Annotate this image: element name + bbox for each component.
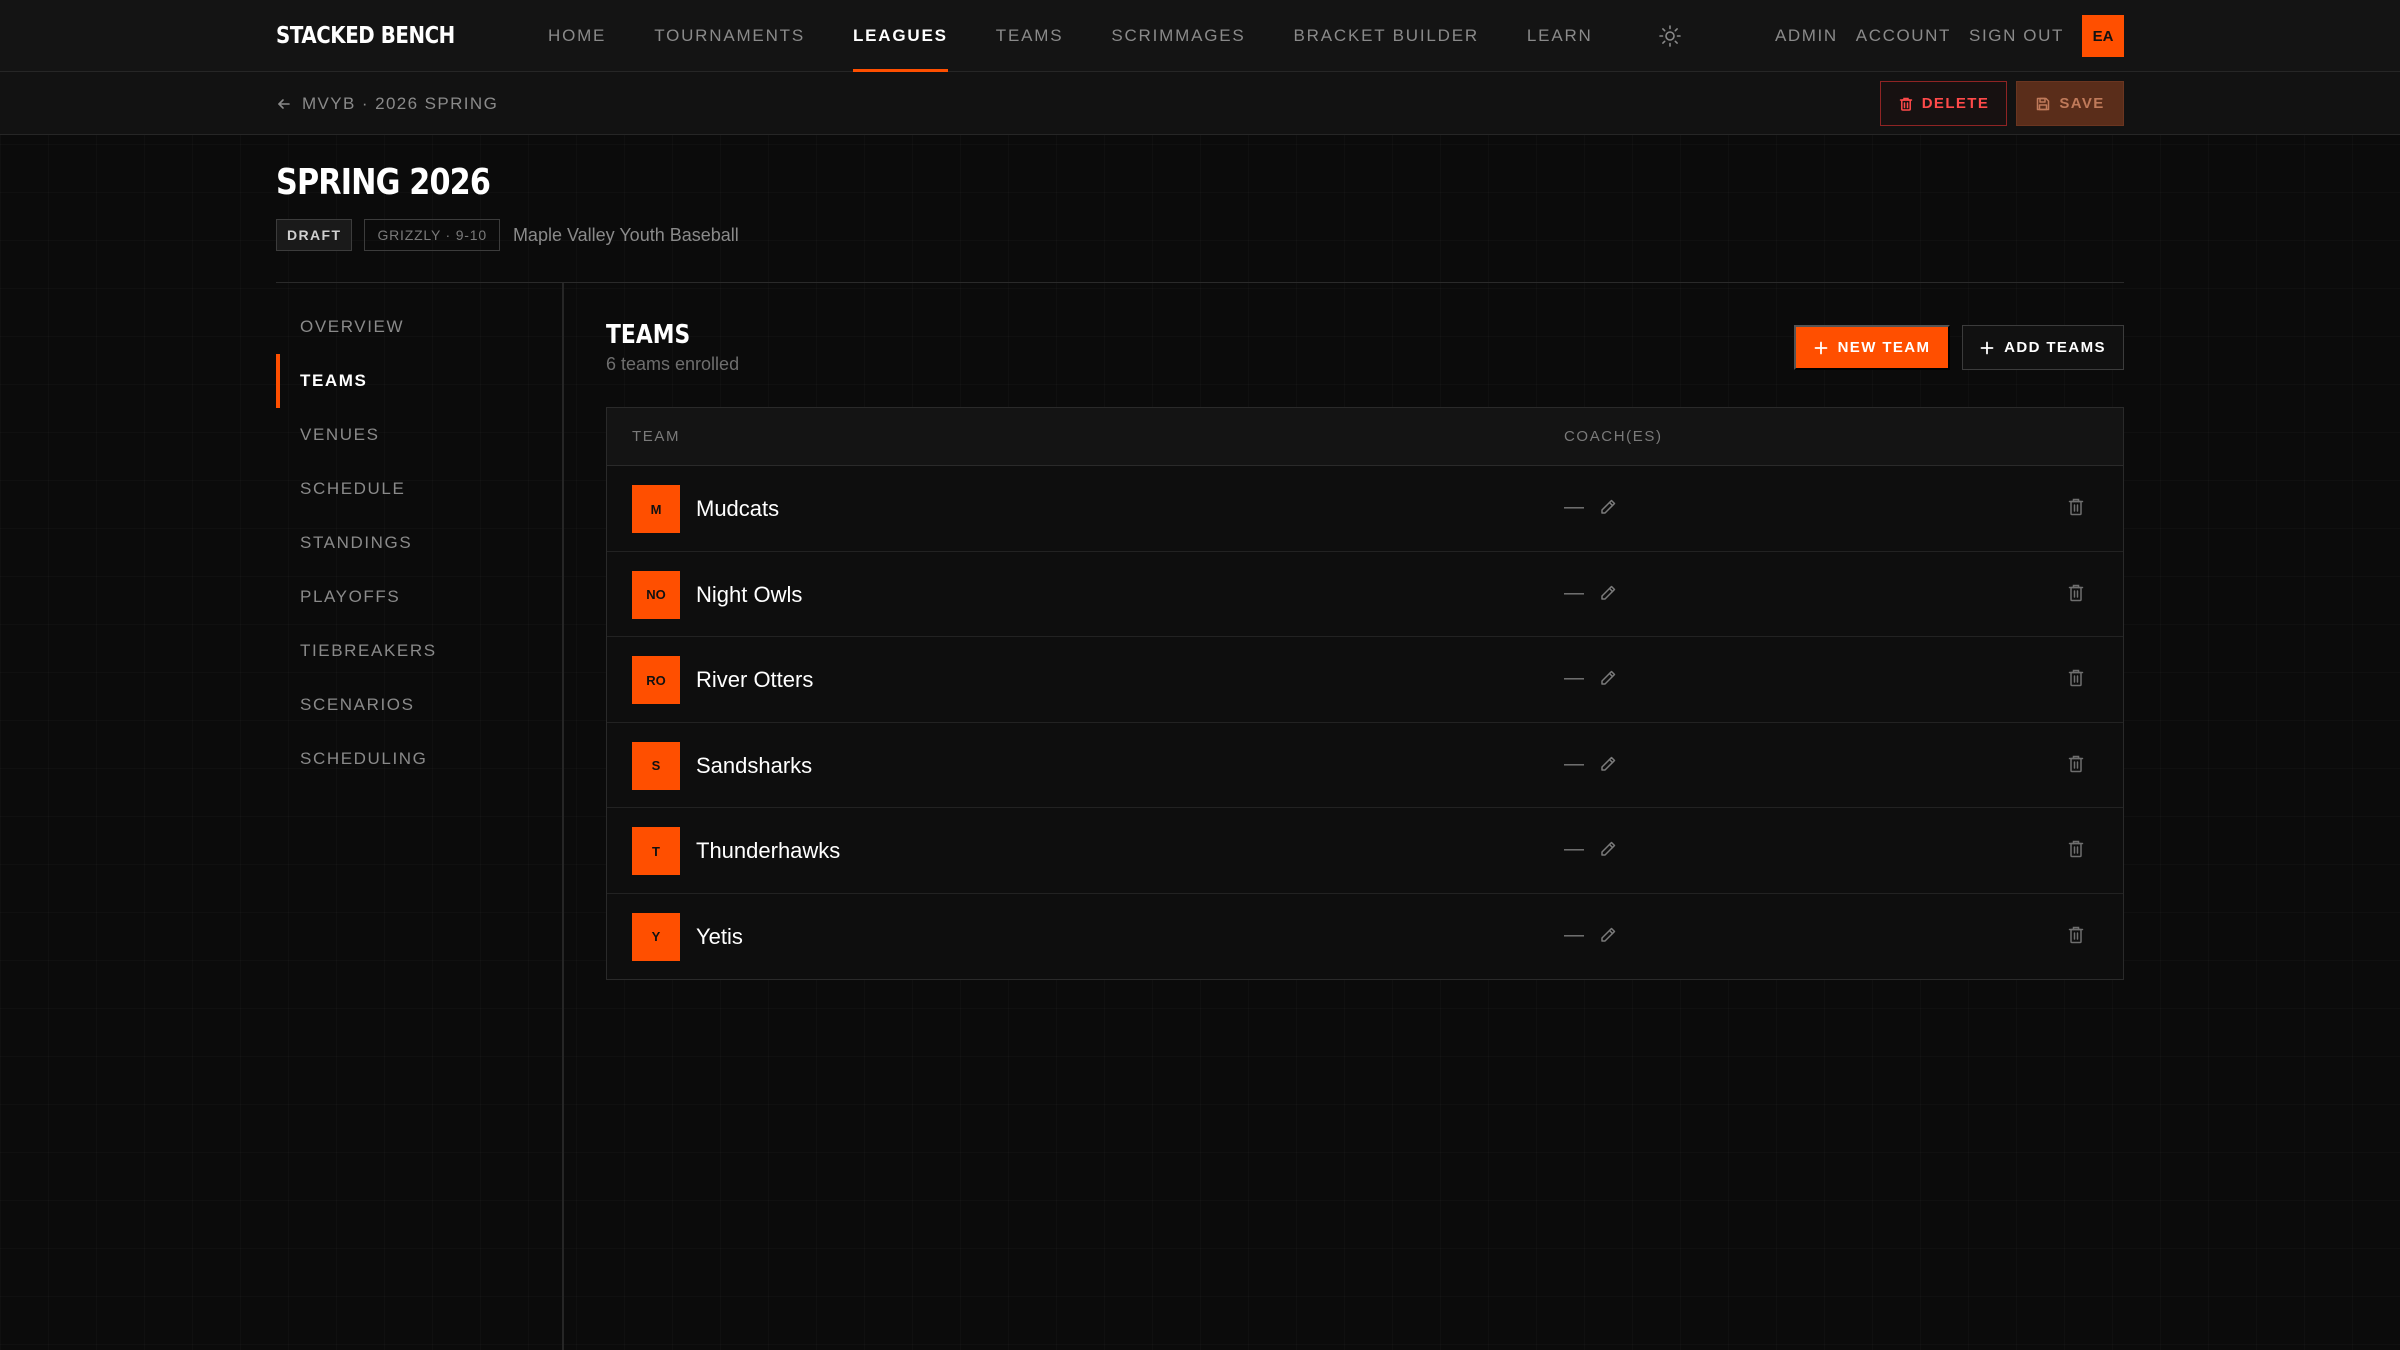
trash-icon[interactable] <box>2067 754 2085 779</box>
new-team-button[interactable]: NEW TEAM <box>1794 325 1950 370</box>
table-row: T Thunderhawks — <box>607 808 2123 894</box>
table-row: NO Night Owls — <box>607 552 2123 637</box>
trash-icon[interactable] <box>2067 839 2085 864</box>
team-badge: M <box>632 485 680 533</box>
sub-toolbar: MVYB · 2026 SPRING DELETE SAVE <box>0 72 2400 135</box>
table-row: Y Yetis — <box>607 894 2123 980</box>
delete-label: DELETE <box>1921 95 1990 112</box>
sidenav-item-scenarios[interactable]: SCENARIOS <box>276 678 562 732</box>
sidenav-item-scheduling[interactable]: SCHEDULING <box>276 732 562 786</box>
team-name[interactable]: Mudcats <box>696 496 779 522</box>
sidenav-item-standings[interactable]: STANDINGS <box>276 516 562 570</box>
coach-value: — <box>1564 838 1584 860</box>
status-badge: DRAFT <box>276 219 353 251</box>
nav-link-bracket-builder[interactable]: BRACKET BUILDER <box>1294 0 1479 72</box>
team-name[interactable]: River Otters <box>696 667 813 693</box>
top-navigation: STACKED BENCH HOME TOURNAMENTS LEAGUES T… <box>0 0 2400 72</box>
table-row: S Sandsharks — <box>607 723 2123 808</box>
trash-icon[interactable] <box>2067 583 2085 608</box>
sidenav-item-tiebreakers[interactable]: TIEBREAKERS <box>276 624 562 678</box>
table-header: TEAM COACH(ES) <box>607 408 2123 466</box>
section-title: TEAMS <box>606 320 691 350</box>
plus-icon <box>1980 341 1994 354</box>
sidenav-item-venues[interactable]: VENUES <box>276 408 562 462</box>
coach-value: — <box>1564 923 1584 946</box>
team-name[interactable]: Night Owls <box>696 582 802 608</box>
admin-link[interactable]: ADMIN <box>1775 26 1838 46</box>
account-links: ADMIN ACCOUNT SIGN OUT EA <box>1757 0 2124 72</box>
page-actions: DELETE SAVE <box>1880 81 2124 126</box>
avatar[interactable]: EA <box>2082 15 2124 57</box>
page-title: SPRING 2026 <box>276 162 491 203</box>
league-sidenav: OVERVIEW TEAMS VENUES SCHEDULE STANDINGS… <box>276 300 562 786</box>
pencil-icon[interactable] <box>1599 498 1617 521</box>
organization-name: Maple Valley Youth Baseball <box>512 224 739 245</box>
main-nav: HOME TOURNAMENTS LEAGUES TEAMS SCRIMMAGE… <box>548 0 1641 72</box>
table-row: M Mudcats — <box>607 466 2123 552</box>
division-badge: GRIZZLY · 9-10 <box>364 219 500 251</box>
floppy-disk-icon <box>2037 97 2050 110</box>
column-header-coaches: COACH(ES) <box>1564 428 1663 445</box>
pencil-icon[interactable] <box>1599 669 1617 692</box>
nav-link-teams[interactable]: TEAMS <box>996 0 1064 72</box>
team-badge: NO <box>632 570 680 619</box>
new-team-label: NEW TEAM <box>1837 339 1931 356</box>
save-label: SAVE <box>2059 95 2105 112</box>
sidenav-item-playoffs[interactable]: PLAYOFFS <box>276 570 562 624</box>
coach-value: — <box>1564 752 1584 775</box>
pencil-icon[interactable] <box>1599 840 1617 863</box>
breadcrumb[interactable]: MVYB · 2026 SPRING <box>276 94 498 114</box>
account-link[interactable]: ACCOUNT <box>1856 26 1951 46</box>
nav-link-home[interactable]: HOME <box>548 0 606 72</box>
brand-logo[interactable]: STACKED BENCH <box>276 23 510 49</box>
sidenav-divider <box>562 283 564 1350</box>
sign-out-link[interactable]: SIGN OUT <box>1969 26 2064 46</box>
breadcrumb-label: MVYB · 2026 SPRING <box>302 93 499 113</box>
coach-value: — <box>1564 667 1584 689</box>
teams-count: 6 teams enrolled <box>606 354 740 374</box>
sidenav-item-overview[interactable]: OVERVIEW <box>276 300 562 354</box>
arrow-left-icon <box>278 98 290 109</box>
sidenav-item-teams[interactable]: TEAMS <box>276 354 562 408</box>
trash-icon[interactable] <box>2067 668 2085 693</box>
add-teams-label: ADD TEAMS <box>2004 339 2106 356</box>
coach-value: — <box>1564 581 1584 604</box>
coach-value: — <box>1564 496 1584 518</box>
nav-link-scrimmages[interactable]: SCRIMMAGES <box>1111 0 1245 72</box>
team-badge: S <box>632 741 680 790</box>
sun-icon[interactable] <box>1658 24 1682 48</box>
team-name[interactable]: Sandsharks <box>696 753 812 779</box>
column-header-team: TEAM <box>632 428 681 445</box>
team-badge: Y <box>632 912 680 961</box>
trash-icon <box>1899 97 1912 111</box>
pencil-icon[interactable] <box>1599 926 1617 949</box>
pencil-icon[interactable] <box>1599 755 1617 778</box>
team-badge: RO <box>632 656 680 704</box>
pencil-icon[interactable] <box>1599 584 1617 607</box>
table-body: M Mudcats — NO Night Owls — RO River Ott… <box>607 466 2123 979</box>
nav-link-tournaments[interactable]: TOURNAMENTS <box>654 0 805 72</box>
trash-icon[interactable] <box>2067 497 2085 522</box>
add-teams-button[interactable]: ADD TEAMS <box>1962 325 2124 370</box>
teams-actions: NEW TEAM ADD TEAMS <box>1794 325 2124 370</box>
team-name[interactable]: Thunderhawks <box>696 838 840 864</box>
header-divider <box>276 282 2124 283</box>
table-row: RO River Otters — <box>607 637 2123 723</box>
sidenav-item-schedule[interactable]: SCHEDULE <box>276 462 562 516</box>
nav-link-learn[interactable]: LEARN <box>1527 0 1593 72</box>
teams-table: TEAM COACH(ES) M Mudcats — NO Night Owls… <box>606 407 2124 980</box>
plus-icon <box>1814 341 1827 354</box>
team-name[interactable]: Yetis <box>696 924 743 950</box>
trash-icon[interactable] <box>2067 925 2085 950</box>
save-button[interactable]: SAVE <box>2016 81 2124 126</box>
league-meta: DRAFT GRIZZLY · 9-10 Maple Valley Youth … <box>276 219 739 251</box>
nav-link-leagues[interactable]: LEAGUES <box>852 0 948 72</box>
delete-button[interactable]: DELETE <box>1880 81 2007 126</box>
team-badge: T <box>632 827 680 875</box>
